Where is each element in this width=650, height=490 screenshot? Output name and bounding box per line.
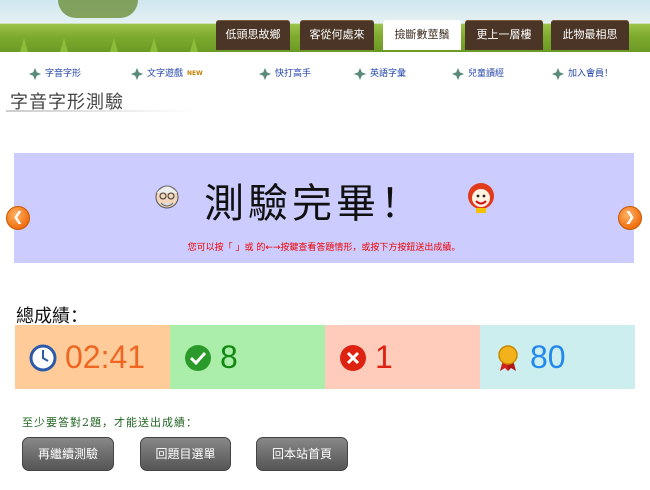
nav-label: 英語字彙 xyxy=(370,69,407,79)
leaf-icon xyxy=(130,67,144,80)
score-points: 80 xyxy=(530,339,566,375)
banner-title: 測驗完畢！ xyxy=(204,181,424,227)
clock-icon xyxy=(29,344,57,372)
check-icon xyxy=(185,345,211,371)
back-to-menu-button[interactable]: 回題目選單 xyxy=(140,437,231,471)
leaf-icon xyxy=(353,67,367,80)
home-button[interactable]: 回本站首頁 xyxy=(256,437,348,471)
nav-label: 字音字形 xyxy=(45,69,82,79)
leaf-icon xyxy=(28,67,42,80)
arrow-right-icon[interactable]: ❯ xyxy=(618,206,642,230)
nav-label: 兒童讀經 xyxy=(468,69,505,79)
grandpa-face-icon xyxy=(155,185,179,209)
leaf-icon xyxy=(258,67,272,80)
leaf-icon xyxy=(451,67,465,80)
tab-1[interactable]: 客從何處來 xyxy=(300,20,374,50)
nav-item-3[interactable]: 英語字彙 xyxy=(353,65,406,83)
tab-2[interactable]: 撿斷數莖鬚 xyxy=(383,20,461,50)
tab-3[interactable]: 更上一層樓 xyxy=(465,20,543,50)
result-banner: 測驗完畢！ 您可以按「 」或 的←→按鍵查看答題情形，或按下方按鈕送出成績。 xyxy=(14,153,634,263)
correct-count: 8 xyxy=(220,339,238,375)
nav-label: 加入會員！ xyxy=(568,69,614,79)
cross-icon xyxy=(340,345,366,371)
nav-label: 文字遊戲 xyxy=(147,69,184,79)
wrong-count: 1 xyxy=(375,339,393,375)
nav-label: 快打高手 xyxy=(275,69,312,79)
nav-item-1[interactable]: 文字遊戲 NEW xyxy=(130,65,203,83)
time-cell: 02:41 xyxy=(15,325,170,389)
nav-item-4[interactable]: 兒童讀經 xyxy=(451,65,504,83)
correct-cell: 8 xyxy=(170,325,325,389)
new-badge: NEW xyxy=(187,70,203,77)
points-cell: 80 xyxy=(480,325,635,389)
clown-face-icon xyxy=(468,183,494,213)
nav-item-0[interactable]: 字音字形 xyxy=(28,65,81,83)
arrow-left-icon[interactable]: ❮ xyxy=(6,206,30,230)
min-score-note: 至少要答對2題，才能送出成績： xyxy=(22,416,198,429)
tree-decoration xyxy=(58,0,138,18)
banner-hint: 您可以按「 」或 的←→按鍵查看答題情形，或按下方按鈕送出成績。 xyxy=(187,243,461,253)
elapsed-time: 02:41 xyxy=(65,339,146,375)
retry-button[interactable]: 再繼續測驗 xyxy=(22,437,114,471)
medal-icon xyxy=(498,345,518,371)
wrong-cell: 1 xyxy=(325,325,480,389)
tab-0[interactable]: 低頭思故鄉 xyxy=(216,20,290,50)
nav-item-5[interactable]: 加入會員！ xyxy=(551,65,613,83)
nav-item-2[interactable]: 快打高手 xyxy=(258,65,311,83)
title-divider xyxy=(6,110,196,112)
leaf-icon xyxy=(551,67,565,80)
header-banner: 低頭思故鄉 客從何處來 撿斷數莖鬚 更上一層樓 此物最相思 xyxy=(0,0,650,52)
tab-4[interactable]: 此物最相思 xyxy=(551,20,629,50)
page-content: 字音字形 文字遊戲 NEW 快打高手 英語字彙 兒童讀經 加入會員！ 字音字形測驗… xyxy=(6,52,644,490)
